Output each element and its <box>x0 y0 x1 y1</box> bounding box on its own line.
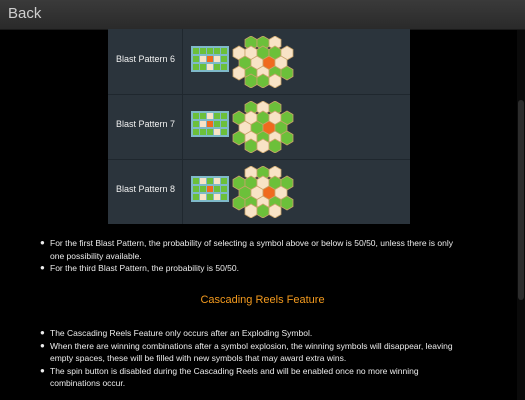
back-button[interactable]: Back <box>8 5 41 22</box>
cascading-notes: ● The Cascading Reels Feature only occur… <box>0 327 525 390</box>
note-text: For the third Blast Pattern, the probabi… <box>50 263 239 273</box>
hex-pattern-icon <box>232 101 294 153</box>
scrollbar[interactable] <box>517 30 525 400</box>
list-item: ● For the third Blast Pattern, the proba… <box>0 262 525 275</box>
reel-grid-icon <box>191 46 229 72</box>
reel-grid-icon <box>191 111 229 137</box>
bullet-icon: ● <box>40 365 45 375</box>
blast-notes: ● For the first Blast Pattern, the proba… <box>0 237 525 275</box>
blast-pattern-label: Blast Pattern 6 <box>116 54 176 64</box>
blast-pattern-row: Blast Pattern 6 <box>108 29 410 95</box>
top-bar: Back <box>0 0 525 30</box>
blast-pattern-label: Blast Pattern 7 <box>116 119 176 129</box>
list-item: ● For the first Blast Pattern, the proba… <box>0 237 525 262</box>
blast-pattern-row: Blast Pattern 7 <box>108 94 410 160</box>
note-text: For the first Blast Pattern, the probabi… <box>50 238 454 261</box>
list-item: ● The Cascading Reels Feature only occur… <box>0 327 525 340</box>
hex-pattern-icon <box>232 166 294 218</box>
bullet-icon: ● <box>40 328 45 337</box>
section-title: Cascading Reels Feature <box>200 294 325 306</box>
bullet-icon: ● <box>40 263 45 272</box>
reel-grid-icon <box>191 176 229 202</box>
note-text: The spin button is disabled during the C… <box>50 365 419 389</box>
bullet-icon: ● <box>40 340 45 350</box>
blast-pattern-row: Blast Pattern 8 <box>108 159 410 224</box>
note-text: The Cascading Reels Feature only occurs … <box>50 328 313 338</box>
list-item: ● The spin button is disabled during the… <box>0 365 525 390</box>
blast-pattern-table: Blast Pattern 6 Blast Pattern 7 Blast Pa… <box>108 29 410 224</box>
bullet-icon: ● <box>40 238 45 247</box>
blast-pattern-label: Blast Pattern 8 <box>116 184 176 194</box>
hex-pattern-icon <box>232 36 294 88</box>
scrollbar-thumb[interactable] <box>518 100 524 300</box>
list-item: ● When there are winning combinations af… <box>0 340 525 365</box>
note-text: When there are winning combinations afte… <box>50 340 453 364</box>
